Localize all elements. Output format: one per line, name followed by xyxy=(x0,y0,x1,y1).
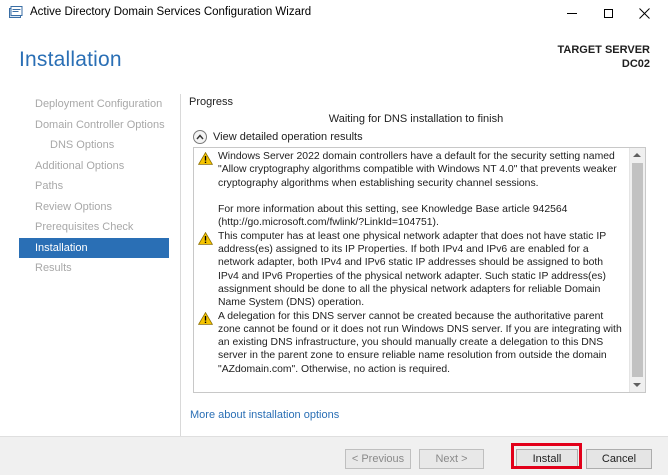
nav-item-installation[interactable]: Installation xyxy=(19,237,169,258)
warning-icon xyxy=(198,231,213,245)
ad-wizard-icon xyxy=(9,6,23,18)
result-3-text: A delegation for this DNS server cannot … xyxy=(218,310,622,375)
minimize-button[interactable] xyxy=(555,0,589,26)
wizard-footer: < Previous Next > Install Cancel xyxy=(0,436,668,475)
nav-item-dns-options[interactable]: DNS Options xyxy=(19,135,169,156)
result-warning-3: A delegation for this DNS server cannot … xyxy=(194,310,630,376)
status-text: Waiting for DNS installation to finish xyxy=(328,113,504,125)
result-warning-2: This computer has at least one physical … xyxy=(194,230,630,310)
nav-item-prerequisites-check[interactable]: Prerequisites Check xyxy=(19,217,169,238)
close-icon xyxy=(638,7,650,19)
maximize-icon xyxy=(603,8,613,18)
cancel-button[interactable]: Cancel xyxy=(586,449,652,469)
next-button[interactable]: Next > xyxy=(419,449,484,469)
main-content: Progress Waiting for DNS installation to… xyxy=(180,94,668,436)
close-button[interactable] xyxy=(627,0,661,26)
nav-item-deployment-configuration[interactable]: Deployment Configuration xyxy=(19,94,169,115)
scroll-up-arrow-icon[interactable] xyxy=(633,153,641,157)
chevron-up-icon xyxy=(193,130,207,144)
warning-icon xyxy=(198,152,213,165)
progress-label: Progress xyxy=(189,96,234,108)
results-scrollbar[interactable] xyxy=(629,148,645,392)
scroll-down-arrow-icon[interactable] xyxy=(633,383,641,387)
target-server-name: DC02 xyxy=(621,58,650,70)
result-1-kb-text: For more information about this setting,… xyxy=(218,204,568,229)
view-details-label: View detailed operation results xyxy=(213,131,363,143)
nav-item-review-options[interactable]: Review Options xyxy=(19,197,169,218)
minimize-icon xyxy=(567,12,577,14)
window-title: Active Directory Domain Services Configu… xyxy=(30,6,312,18)
nav-item-domain-controller-options[interactable]: Domain Controller Options xyxy=(19,115,169,136)
result-2-text: This computer has at least one physical … xyxy=(218,230,606,309)
maximize-button[interactable] xyxy=(591,0,625,26)
page-title: Installation xyxy=(19,48,122,71)
view-details-toggle[interactable]: View detailed operation results xyxy=(193,130,363,144)
warning-icon xyxy=(198,311,213,325)
more-installation-options-link[interactable]: More about installation options xyxy=(190,409,339,421)
nav-item-results[interactable]: Results xyxy=(19,258,169,279)
operation-results-panel[interactable]: Windows Server 2022 domain controllers h… xyxy=(193,147,646,393)
previous-button[interactable]: < Previous xyxy=(345,449,411,469)
nav-item-additional-options[interactable]: Additional Options xyxy=(19,156,169,177)
nav-item-paths[interactable]: Paths xyxy=(19,176,169,197)
target-server-label: TARGET SERVER xyxy=(557,44,651,56)
install-button[interactable]: Install xyxy=(516,449,578,469)
result-warning-1: Windows Server 2022 domain controllers h… xyxy=(194,150,630,230)
wizard-header: Installation TARGET SERVER DC02 xyxy=(0,26,668,92)
wizard-nav: Deployment Configuration Domain Controll… xyxy=(19,94,169,279)
title-bar: Active Directory Domain Services Configu… xyxy=(0,0,668,26)
result-1-text: Windows Server 2022 domain controllers h… xyxy=(218,151,617,189)
scrollbar-thumb[interactable] xyxy=(632,163,643,377)
